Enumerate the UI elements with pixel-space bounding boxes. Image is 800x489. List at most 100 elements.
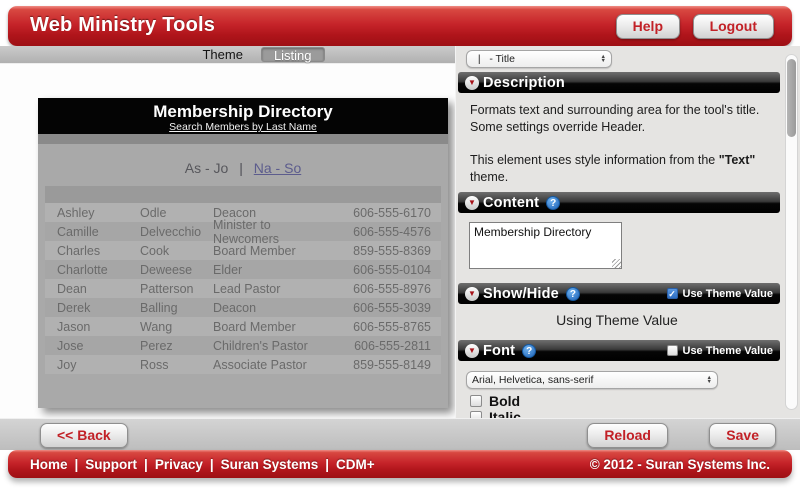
search-members-link[interactable]: Search Members by Last Name (38, 121, 448, 133)
table-cell: 606-555-2811 (331, 339, 431, 353)
main-region: Theme Listing Membership Directory Searc… (0, 46, 800, 418)
table-cell: Jose (57, 339, 140, 353)
help-button[interactable]: Help (616, 14, 680, 39)
collapse-icon[interactable]: ▼ (465, 344, 479, 358)
table-cell: Perez (140, 339, 213, 353)
font-use-theme: ✓ Use Theme Value (667, 345, 774, 357)
membership-directory-preview: Membership Directory Search Members by L… (38, 98, 448, 408)
collapse-icon[interactable]: ▼ (465, 76, 479, 90)
reload-button[interactable]: Reload (587, 423, 668, 448)
table-cell: Cook (140, 244, 213, 258)
bold-checkbox[interactable]: ✓ (470, 395, 482, 407)
collapse-icon[interactable]: ▼ (465, 287, 479, 301)
table-cell: 606-555-6170 (331, 206, 431, 220)
app-window: Web Ministry Tools Help Logout Theme Lis… (0, 0, 800, 489)
back-button[interactable]: << Back (40, 423, 128, 448)
member-rows: AshleyOdleDeacon606-555-6170CamilleDelve… (45, 203, 441, 374)
footer-link-separator: | (210, 457, 214, 472)
table-cell: Joy (57, 358, 140, 372)
table-cell: Deacon (213, 301, 331, 315)
showhide-panel-header[interactable]: ▼ Show/Hide ? ✓ Use Theme Value (458, 283, 780, 304)
pagination-current-range: As - Jo (185, 160, 229, 176)
tab-theme[interactable]: Theme (190, 47, 254, 62)
description-paragraph: Formats text and surrounding area for th… (470, 102, 775, 136)
table-row: DeanPattersonLead Pastor606-555-8976 (45, 279, 441, 298)
stepper-down-icon: ▼ (707, 380, 712, 385)
font-panel-title: Font (483, 343, 515, 359)
table-row: CharlotteDeweeseElder606-555-0104 (45, 260, 441, 279)
font-panel-header[interactable]: ▼ Font ? ✓ Use Theme Value (458, 340, 780, 361)
table-cell: Delvecchio (140, 225, 213, 239)
bold-label: Bold (489, 393, 520, 409)
table-cell: Wang (140, 320, 213, 334)
logout-button[interactable]: Logout (693, 14, 774, 39)
content-textarea[interactable]: Membership Directory (469, 222, 622, 269)
description-text-bold: "Text" (719, 153, 756, 167)
scrollbar-thumb[interactable] (787, 59, 796, 137)
italic-option: ✓ Italic (470, 409, 521, 418)
font-family-select-value: Arial, Helvetica, sans-serif (472, 374, 707, 386)
scrollbar[interactable] (785, 54, 798, 410)
footer-link-separator: | (325, 457, 329, 472)
table-cell: Ashley (57, 206, 140, 220)
save-button[interactable]: Save (709, 423, 776, 448)
copyright: © 2012 - Suran Systems Inc. (590, 457, 770, 472)
use-theme-label: Use Theme Value (683, 345, 774, 357)
footer-links: Home | Support | Privacy | Suran Systems | CDM+ (30, 457, 375, 472)
table-cell: Board Member (213, 244, 331, 258)
table-cell: Children's Pastor (213, 339, 331, 353)
italic-label: Italic (489, 409, 521, 418)
table-cell: 606-555-3039 (331, 301, 431, 315)
bottom-button-bar: << Back Reload Save (0, 418, 800, 450)
pagination-separator: | (239, 160, 243, 176)
help-icon[interactable]: ? (522, 344, 536, 358)
italic-checkbox[interactable]: ✓ (470, 411, 482, 418)
table-cell: Derek (57, 301, 140, 315)
table-cell: 859-555-8369 (331, 244, 431, 258)
table-cell: Camille (57, 225, 140, 239)
table-row: JasonWangBoard Member606-555-8765 (45, 317, 441, 336)
collapse-icon[interactable]: ▼ (465, 196, 479, 210)
footer-link[interactable]: Support (85, 457, 137, 472)
content-panel-title: Content (483, 195, 539, 211)
table-cell: Elder (213, 263, 331, 277)
element-select-value: | - Title (472, 53, 601, 65)
content-panel-header[interactable]: ▼ Content ? (458, 192, 780, 213)
description-panel-title: Description (483, 75, 565, 91)
top-header-bar: Web Ministry Tools Help Logout (8, 6, 792, 46)
table-cell: 606-555-4576 (331, 225, 431, 239)
footer-link-separator: | (144, 457, 148, 472)
tab-listing[interactable]: Listing (261, 47, 325, 62)
tab-strip: Theme Listing (0, 46, 455, 64)
showhide-use-theme: ✓ Use Theme Value (667, 288, 774, 300)
table-cell: Charles (57, 244, 140, 258)
stepper-down-icon: ▼ (601, 59, 606, 64)
table-cell: Minister to Newcomers (213, 218, 331, 246)
table-cell: Lead Pastor (213, 282, 331, 296)
footer-link[interactable]: Privacy (155, 457, 203, 472)
description-panel-header[interactable]: ▼ Description (458, 72, 780, 93)
element-select[interactable]: | - Title ▲ ▼ (466, 50, 612, 68)
inspector-pane: | - Title ▲ ▼ ▼ Description Formats text… (455, 46, 800, 418)
table-cell: 606-555-0104 (331, 263, 431, 277)
font-use-theme-checkbox[interactable]: ✓ (667, 345, 678, 356)
description-text: theme. (470, 170, 508, 184)
preview-divider-strip (38, 134, 448, 144)
bold-option: ✓ Bold (470, 393, 520, 409)
table-cell: 606-555-8976 (331, 282, 431, 296)
table-cell: 606-555-8765 (331, 320, 431, 334)
footer-link[interactable]: Suran Systems (221, 457, 319, 472)
use-theme-label: Use Theme Value (683, 288, 774, 300)
footer-link-separator: | (75, 457, 79, 472)
table-row: DerekBallingDeacon606-555-3039 (45, 298, 441, 317)
pagination-next-range-link[interactable]: Na - So (254, 160, 301, 176)
showhide-body-text: Using Theme Value (456, 312, 778, 328)
footer-link[interactable]: Home (30, 457, 68, 472)
showhide-use-theme-checkbox[interactable]: ✓ (667, 288, 678, 299)
footer-link[interactable]: CDM+ (336, 457, 375, 472)
preview-pane: Theme Listing Membership Directory Searc… (0, 46, 455, 418)
font-family-select[interactable]: Arial, Helvetica, sans-serif ▲ ▼ (466, 371, 718, 389)
help-icon[interactable]: ? (546, 196, 560, 210)
help-icon[interactable]: ? (566, 287, 580, 301)
pagination: As - Jo | Na - So (38, 160, 448, 178)
